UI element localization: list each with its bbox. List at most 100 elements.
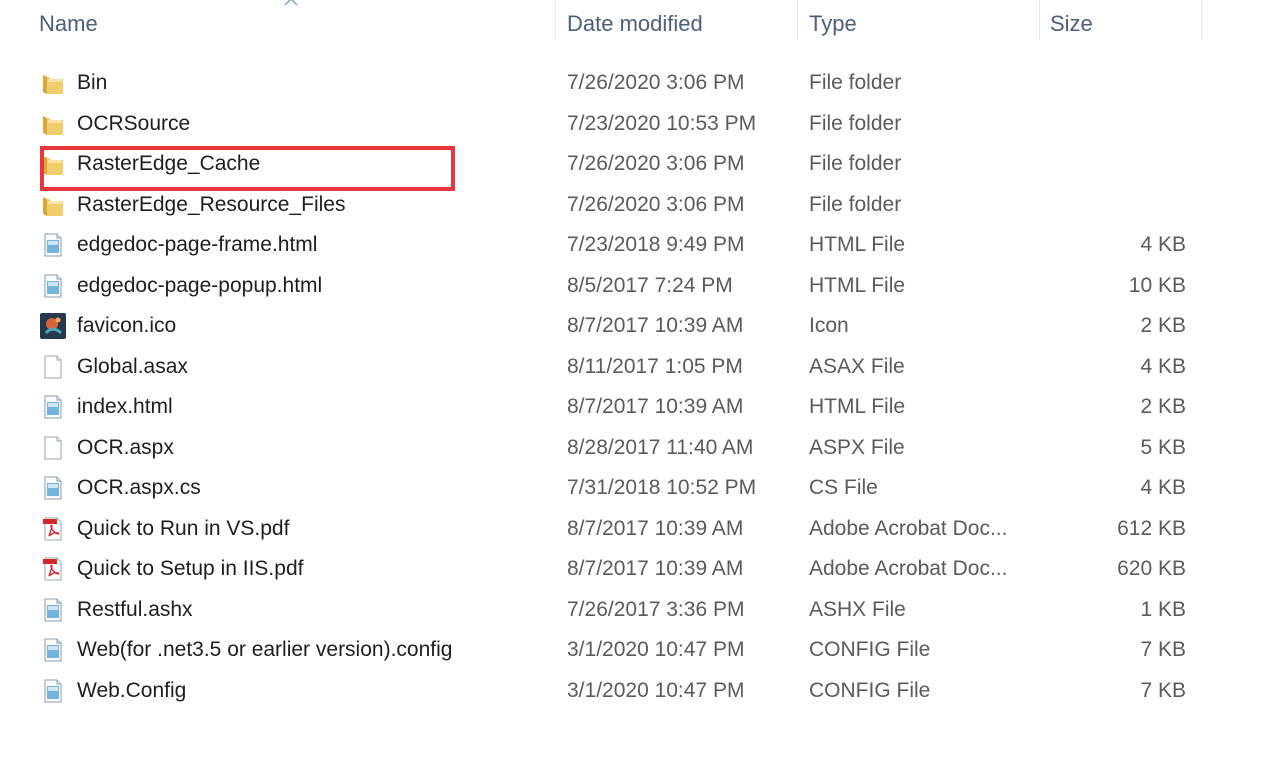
file-row[interactable]: Restful.ashx 7/26/2017 3:36 PM ASHX File 1 … [0, 590, 1264, 631]
file-name: OCR.aspx [77, 435, 174, 459]
file-row[interactable]: Quick to Setup in IIS.pdf 8/7/2017 10:39 … [0, 549, 1264, 590]
file-date-modified: 8/5/2017 7:24 PM [567, 273, 733, 297]
file-name: Web.Config [77, 678, 187, 702]
file-type: ASPX File [809, 435, 905, 459]
file-name: edgedoc-page-popup.html [77, 273, 323, 297]
file-name: favicon.ico [77, 314, 177, 337]
column-divider[interactable] [1039, 0, 1040, 40]
blank-file-icon [40, 354, 66, 380]
file-date-modified: 7/26/2020 3:06 PM [567, 152, 745, 175]
html-file-icon [40, 232, 66, 258]
file-type: HTML File [809, 273, 906, 297]
file-type: CS File [809, 476, 878, 499]
file-row[interactable]: Quick to Run in VS.pdf 8/7/2017 10:39 AM A… [0, 509, 1264, 550]
file-size: 4 KB [1140, 233, 1186, 256]
file-date-modified: 7/26/2020 3:06 PM [567, 71, 745, 94]
file-type: CONFIG File [809, 678, 931, 702]
html-file-icon [40, 273, 66, 299]
file-type: Adobe Acrobat Doc... [809, 557, 1008, 580]
file-row[interactable]: Web(for .net3.5 or earlier version).conf… [0, 630, 1264, 671]
html-file-icon [40, 475, 66, 501]
html-file-icon [40, 394, 66, 420]
file-type: HTML File [809, 395, 906, 418]
file-name: Global.asax [77, 354, 188, 378]
file-size: 7 KB [1140, 678, 1186, 702]
file-size: 2 KB [1140, 314, 1186, 337]
file-size: 620 KB [1117, 557, 1186, 580]
file-name: OCRSource [77, 111, 191, 135]
column-divider[interactable] [797, 0, 798, 40]
file-row[interactable]: RasterEdge_Resource_Files 7/26/2020 3:06 … [0, 185, 1264, 226]
file-row[interactable]: Bin 7/26/2020 3:06 PM File folder [0, 63, 1264, 104]
file-name: Restful.ashx [77, 597, 193, 621]
file-row[interactable]: favicon.ico 8/7/2017 10:39 AM Icon 2 KB [0, 306, 1264, 347]
folder-icon [40, 70, 66, 96]
file-name: edgedoc-page-frame.html [77, 233, 318, 256]
file-date-modified: 3/1/2020 10:47 PM [567, 678, 745, 702]
file-type: ASHX File [809, 597, 906, 621]
pdf-file-icon [40, 556, 66, 582]
file-row[interactable]: index.html 8/7/2017 10:39 AM HTML File 2 KB [0, 387, 1264, 428]
favicon-icon [40, 313, 66, 339]
file-size: 4 KB [1140, 476, 1186, 499]
file-list: Bin 7/26/2020 3:06 PM File folder OCRSource… [0, 63, 1264, 711]
folder-icon [40, 151, 66, 177]
column-divider[interactable] [1201, 0, 1202, 40]
file-row[interactable]: OCRSource 7/23/2020 10:53 PM File folder [0, 104, 1264, 145]
column-header-date-modified[interactable]: Date modified [567, 0, 703, 48]
file-row[interactable]: OCR.aspx.cs 7/31/2018 10:52 PM CS File 4 KB [0, 468, 1264, 509]
file-row[interactable]: Global.asax 8/11/2017 1:05 PM ASAX File 4 K… [0, 347, 1264, 388]
file-row[interactable]: Web.Config 3/1/2020 10:47 PM CONFIG File 7 … [0, 671, 1264, 712]
file-type: File folder [809, 152, 902, 175]
file-type: HTML File [809, 233, 906, 256]
file-explorer-window: Name Date modified Type Size Bin 7/26/202… [0, 0, 1264, 776]
html-file-icon [40, 637, 66, 663]
file-name: Quick to Setup in IIS.pdf [77, 557, 304, 580]
file-size: 7 KB [1140, 638, 1186, 661]
file-type: Icon [809, 314, 849, 337]
file-date-modified: 8/7/2017 10:39 AM [567, 557, 744, 580]
file-date-modified: 3/1/2020 10:47 PM [567, 638, 745, 661]
file-size: 5 KB [1140, 435, 1186, 459]
file-date-modified: 7/23/2020 10:53 PM [567, 111, 757, 135]
file-date-modified: 7/26/2020 3:06 PM [567, 192, 745, 216]
file-size: 2 KB [1140, 395, 1186, 418]
file-name: RasterEdge_Resource_Files [77, 192, 346, 216]
blank-file-icon [40, 435, 66, 461]
file-row[interactable]: RasterEdge_Cache 7/26/2020 3:06 PM File fo… [0, 144, 1264, 185]
file-name: index.html [77, 395, 173, 418]
file-type: File folder [809, 111, 902, 135]
file-date-modified: 7/26/2017 3:36 PM [567, 597, 745, 621]
file-size: 612 KB [1117, 516, 1186, 540]
file-name: Quick to Run in VS.pdf [77, 516, 290, 540]
file-date-modified: 7/31/2018 10:52 PM [567, 476, 757, 499]
file-date-modified: 8/11/2017 1:05 PM [567, 354, 743, 378]
file-type: Adobe Acrobat Doc... [809, 516, 1008, 540]
file-date-modified: 8/7/2017 10:39 AM [567, 395, 744, 418]
file-type: ASAX File [809, 354, 905, 378]
folder-icon [40, 111, 66, 137]
sort-ascending-icon [284, 0, 298, 6]
folder-icon [40, 192, 66, 218]
column-header-name[interactable]: Name [39, 0, 98, 48]
file-row[interactable]: OCR.aspx 8/28/2017 11:40 AM ASPX File 5 KB [0, 428, 1264, 469]
file-date-modified: 8/7/2017 10:39 AM [567, 314, 744, 337]
html-file-icon [40, 678, 66, 704]
pdf-file-icon [40, 516, 66, 542]
file-name: Bin [77, 71, 108, 94]
file-date-modified: 7/23/2018 9:49 PM [567, 233, 745, 256]
file-size: 10 KB [1128, 273, 1186, 297]
file-size: 4 KB [1140, 354, 1186, 378]
file-name: Web(for .net3.5 or earlier version).conf… [77, 638, 453, 661]
file-name: OCR.aspx.cs [77, 476, 201, 499]
column-header-size[interactable]: Size [1050, 0, 1093, 48]
file-date-modified: 8/7/2017 10:39 AM [567, 516, 744, 540]
column-divider[interactable] [555, 0, 556, 40]
file-type: CONFIG File [809, 638, 931, 661]
file-row[interactable]: edgedoc-page-frame.html 7/23/2018 9:49 PM… [0, 225, 1264, 266]
file-type: File folder [809, 71, 902, 94]
column-header-bar: Name Date modified Type Size [0, 0, 1264, 48]
file-row[interactable]: edgedoc-page-popup.html 8/5/2017 7:24 PM H… [0, 266, 1264, 307]
file-date-modified: 8/28/2017 11:40 AM [567, 435, 754, 459]
column-header-type[interactable]: Type [809, 0, 857, 48]
